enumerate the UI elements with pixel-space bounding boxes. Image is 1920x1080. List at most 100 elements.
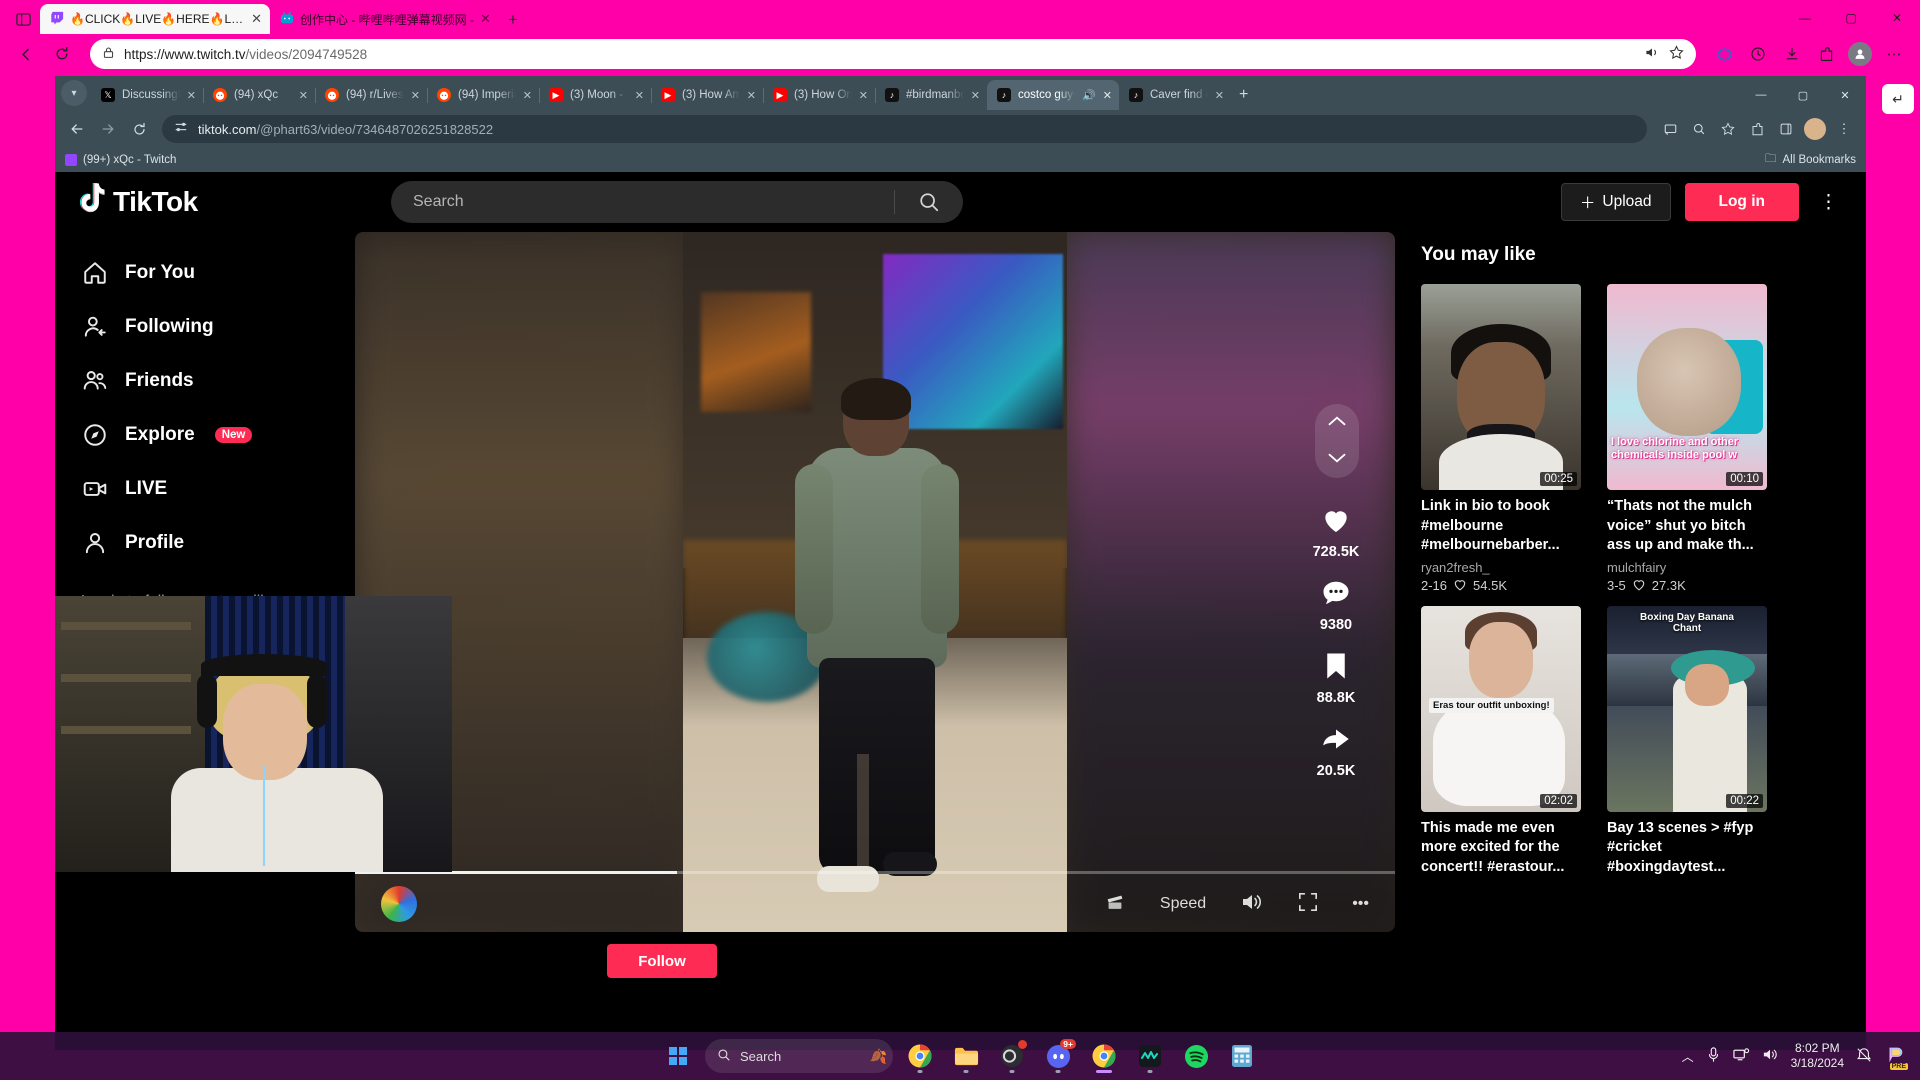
downloads-icon[interactable]: [1776, 38, 1808, 70]
video-progress-bar[interactable]: [355, 871, 1395, 874]
read-aloud-icon[interactable]: [1644, 45, 1660, 63]
card-thumbnail[interactable]: 00:25: [1421, 284, 1581, 490]
refresh-icon[interactable]: [46, 38, 78, 70]
maximize-button[interactable]: ▢: [1828, 2, 1874, 34]
chrome-tab-0[interactable]: 𝕏 DiscussingFilm on ✕: [91, 80, 204, 110]
close-icon[interactable]: ✕: [251, 11, 262, 27]
close-icon[interactable]: ✕: [523, 89, 532, 102]
microphone-icon[interactable]: [1706, 1046, 1721, 1066]
edge-tab-1[interactable]: 创作中心 - 哔哩哔哩弹幕视频网 - ✕: [270, 4, 499, 34]
tab-audio-icon[interactable]: 🔊: [1082, 89, 1096, 102]
close-button[interactable]: ✕: [1874, 2, 1920, 34]
extensions-icon[interactable]: [1743, 115, 1771, 143]
sidebar-item-friends[interactable]: Friends: [81, 354, 345, 408]
more-menu-icon[interactable]: ⋮: [1813, 191, 1844, 214]
fullscreen-icon[interactable]: [1298, 892, 1318, 917]
recommendation-card-3[interactable]: Boxing Day Banana Chant 00:22 Bay 13 sce…: [1607, 605, 1767, 878]
copilot-pre-icon[interactable]: PRE: [1884, 1044, 1908, 1070]
chrome-new-tab-button[interactable]: +: [1239, 86, 1248, 104]
close-icon[interactable]: ✕: [747, 89, 756, 102]
recommendation-card-0[interactable]: 00:25 Link in bio to book #melbourne #me…: [1421, 284, 1581, 594]
video-player[interactable]: 728.5K 9380 88.8K 20.5K Speed •••: [355, 232, 1395, 932]
login-button[interactable]: Log in: [1684, 183, 1799, 221]
recommendation-card-2[interactable]: Eras tour outfit unboxing! 02:02 This ma…: [1421, 605, 1581, 878]
reading-list-icon[interactable]: [1772, 115, 1800, 143]
close-icon[interactable]: ✕: [187, 89, 196, 102]
close-icon[interactable]: ✕: [299, 89, 308, 102]
close-icon[interactable]: ✕: [1103, 89, 1112, 102]
calculator-icon[interactable]: [1223, 1037, 1261, 1075]
video-scroll-controls[interactable]: [1315, 404, 1359, 478]
bookmark-button[interactable]: 88.8K: [1316, 646, 1356, 706]
chrome-tab-3[interactable]: (94) ImperialHal g ✕: [427, 80, 540, 110]
close-icon[interactable]: ✕: [1215, 89, 1224, 102]
edge-address-bar[interactable]: https://www.twitch.tv/videos/2094749528: [90, 39, 1696, 69]
cast-icon[interactable]: [1656, 115, 1684, 143]
close-icon[interactable]: ✕: [635, 89, 644, 102]
chrome-tab-8-active[interactable]: ♪ costco guys vi 🔊 ✕: [987, 80, 1119, 110]
taskbar-search-box[interactable]: Search 🍂: [705, 1039, 893, 1073]
upload-button[interactable]: ＋ Upload: [1560, 183, 1671, 221]
chrome-profile-avatar[interactable]: [1801, 115, 1829, 143]
minimize-button[interactable]: —: [1782, 2, 1828, 34]
clock[interactable]: 8:02 PM 3/18/2024: [1791, 1041, 1844, 1071]
card-author[interactable]: ryan2fresh_: [1421, 560, 1581, 575]
zoom-icon[interactable]: [1685, 115, 1713, 143]
edge-sidebar-toggle[interactable]: ↵: [1882, 84, 1914, 114]
history-icon[interactable]: [1742, 38, 1774, 70]
chrome-active-icon[interactable]: [1085, 1037, 1123, 1075]
chrome-tab-9[interactable]: ♪ Caver find exit in ✕: [1119, 80, 1231, 110]
recommendation-card-1[interactable]: I love chlorine and other chemicals insi…: [1607, 284, 1767, 594]
follow-button[interactable]: Follow: [607, 944, 717, 978]
sidebar-item-explore[interactable]: Explore New: [81, 408, 345, 462]
close-button[interactable]: ✕: [1824, 80, 1866, 110]
chrome-tab-5[interactable]: ▶ (3) How America ✕: [651, 80, 764, 110]
back-icon[interactable]: [10, 38, 42, 70]
chrome-tab-6[interactable]: ▶ (3) How One Drun ✕: [763, 80, 876, 110]
forward-icon[interactable]: [94, 115, 122, 143]
chrome-tab-4[interactable]: ▶ (3) Moon - YouTu ✕: [539, 80, 652, 110]
all-bookmarks-button[interactable]: 🗀 All Bookmarks: [1765, 151, 1856, 170]
close-icon[interactable]: ✕: [480, 11, 491, 27]
edge-new-tab-button[interactable]: +: [499, 6, 527, 34]
close-icon[interactable]: ✕: [971, 89, 980, 102]
chrome-address-bar[interactable]: tiktok.com/@phart63/video/73464870262518…: [162, 115, 1647, 143]
chrome-tab-1[interactable]: (94) xQc ✕: [203, 80, 316, 110]
extensions-icon[interactable]: [1810, 38, 1842, 70]
maximize-button[interactable]: ▢: [1782, 80, 1824, 110]
edge-tab-0[interactable]: 🔥CLICK🔥LIVE🔥HERE🔥LIVE ✕: [40, 4, 270, 34]
close-icon[interactable]: ✕: [411, 89, 420, 102]
back-icon[interactable]: [63, 115, 91, 143]
search-input[interactable]: Search: [391, 193, 894, 211]
search-bar[interactable]: Search: [391, 181, 963, 223]
like-button[interactable]: 728.5K: [1313, 500, 1359, 560]
clapper-icon[interactable]: [1104, 891, 1126, 918]
copilot-icon[interactable]: [1708, 38, 1740, 70]
volume-icon[interactable]: [1762, 1047, 1779, 1065]
spotify-icon[interactable]: [1177, 1037, 1215, 1075]
bookmark-star-icon[interactable]: [1714, 115, 1742, 143]
comment-button[interactable]: 9380: [1316, 573, 1356, 633]
volume-icon[interactable]: [1240, 892, 1264, 917]
edge-settings-menu-icon[interactable]: ⋯: [1878, 38, 1910, 70]
share-button[interactable]: 20.5K: [1316, 719, 1356, 779]
chrome-tab-7[interactable]: ♪ #birdmanbobby # ✕: [875, 80, 988, 110]
site-settings-icon[interactable]: [174, 120, 188, 139]
close-icon[interactable]: ✕: [859, 89, 868, 102]
card-thumbnail[interactable]: Eras tour outfit unboxing! 02:02: [1421, 605, 1581, 812]
search-icon[interactable]: [895, 191, 963, 213]
minimize-button[interactable]: —: [1740, 80, 1782, 110]
discord-icon[interactable]: 9+: [1039, 1037, 1077, 1075]
card-thumbnail[interactable]: I love chlorine and other chemicals insi…: [1607, 284, 1767, 490]
chrome-tab-search-icon[interactable]: ▾: [61, 80, 87, 106]
chrome-tab-2[interactable]: (94) r/LivestreamF ✕: [315, 80, 428, 110]
obs-icon[interactable]: [993, 1037, 1031, 1075]
video-more-icon[interactable]: •••: [1352, 895, 1369, 913]
chrome-icon[interactable]: [901, 1037, 939, 1075]
network-icon[interactable]: [1732, 1047, 1750, 1066]
profile-avatar[interactable]: [1844, 38, 1876, 70]
card-author[interactable]: mulchfairy: [1607, 560, 1767, 575]
chrome-menu-icon[interactable]: ⋮: [1830, 115, 1858, 143]
refresh-icon[interactable]: [125, 115, 153, 143]
start-icon[interactable]: [659, 1037, 697, 1075]
